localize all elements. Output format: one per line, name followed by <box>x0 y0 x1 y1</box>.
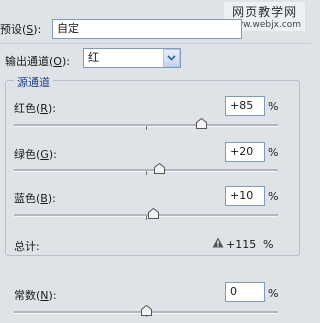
constant-label: 常数(N): <box>14 289 57 302</box>
preset-select[interactable]: 自定 <box>52 19 242 39</box>
warning-icon <box>212 237 224 248</box>
total-value: +115 <box>226 238 257 251</box>
green-slider-center-tick <box>146 171 147 175</box>
blue-slider-center-tick <box>146 216 147 220</box>
blue-percent: % <box>268 190 279 203</box>
blue-value: +10 <box>230 189 254 202</box>
green-value: +20 <box>230 145 254 158</box>
output-channel-value: 红 <box>88 51 99 64</box>
preset-label: 预设(S): <box>0 23 42 36</box>
constant-input[interactable]: 0 <box>225 282 265 302</box>
green-percent: % <box>268 146 279 159</box>
blue-slider-thumb[interactable] <box>148 208 159 219</box>
blue-input[interactable]: +10 <box>225 186 265 206</box>
red-label: 红色(R): <box>14 102 56 115</box>
red-value: +85 <box>230 99 254 112</box>
total-percent: % <box>263 238 274 251</box>
watermark-line1: 网页教学网 <box>232 5 298 19</box>
red-slider-thumb[interactable] <box>196 118 207 129</box>
constant-value: 0 <box>230 285 237 298</box>
green-slider-thumb[interactable] <box>154 163 165 174</box>
total-label: 总计: <box>14 240 40 253</box>
source-channels-title: 源通道 <box>14 74 53 90</box>
output-channel-dropdown-button[interactable] <box>163 49 180 67</box>
preset-value: 自定 <box>57 22 79 35</box>
constant-percent: % <box>268 287 279 300</box>
divider <box>0 43 311 44</box>
green-label: 绿色(G): <box>14 148 57 161</box>
blue-label: 蓝色(B): <box>14 192 56 205</box>
red-input[interactable]: +85 <box>225 96 265 116</box>
red-percent: % <box>268 100 279 113</box>
output-channel-label: 输出通道(O): <box>5 55 70 68</box>
chevron-down-icon <box>167 55 176 61</box>
constant-slider-thumb[interactable] <box>141 305 152 316</box>
red-slider-center-tick <box>146 126 147 130</box>
green-input[interactable]: +20 <box>225 142 265 162</box>
